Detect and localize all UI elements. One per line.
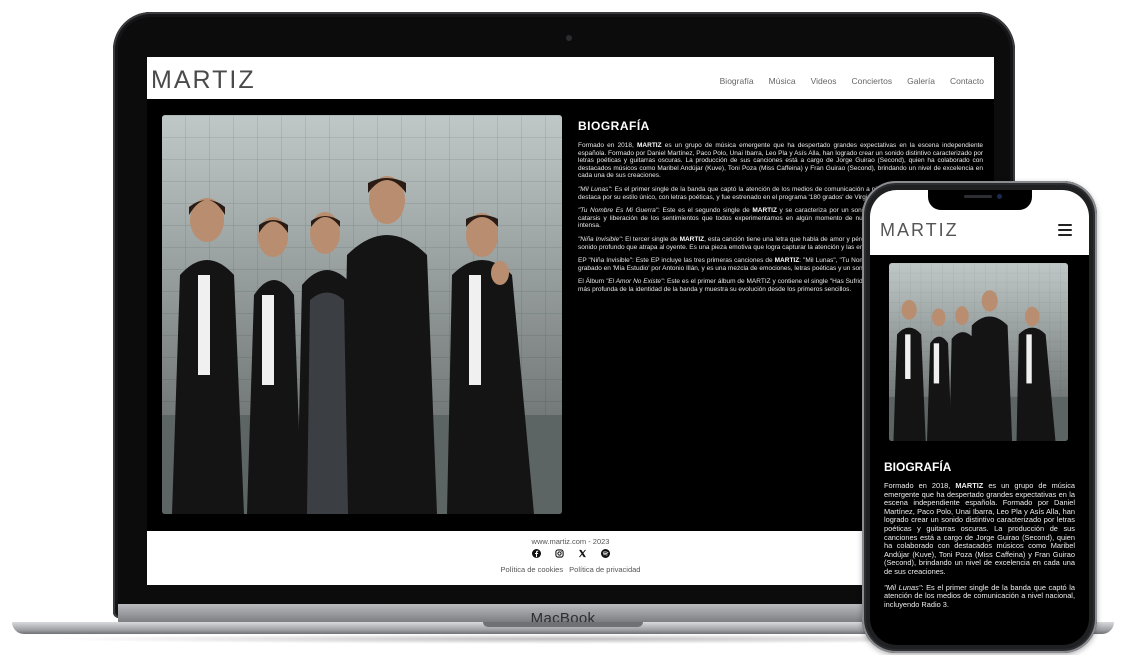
phone-speaker	[964, 195, 992, 198]
bio-p6-title: "El Amor No Existe"	[605, 278, 664, 286]
bio-p3-band: MARTIZ	[752, 207, 777, 215]
mobile-bio-heading: BIOGRAFÍA	[884, 460, 952, 474]
mobile-band-photo	[889, 263, 1068, 441]
x-twitter-icon[interactable]	[578, 549, 587, 558]
bio-p4-title: "Niña Invisible"	[578, 235, 622, 243]
phone-screen: MARTIZ BIOGRAFÍA Formado en 2018, MARTIZ…	[870, 190, 1089, 645]
mobile-bio-paragraph-1: Formado en 2018, MARTIZ es un grupo de m…	[884, 481, 1075, 577]
nav-conciertos[interactable]: Conciertos	[851, 76, 892, 86]
bio-p3-title: "Tu Nombre Es Mi Guerra"	[578, 207, 659, 215]
bio-p6-intro: El Álbum	[578, 278, 606, 286]
phone-notch	[928, 190, 1032, 210]
site-logo[interactable]: MARTIZ	[151, 67, 256, 93]
bio-p5-band: MARTIZ	[774, 257, 800, 265]
mobile-bio-section: BIOGRAFÍA Formado en 2018, MARTIZ es un …	[884, 460, 1075, 616]
nav-contacto[interactable]: Contacto	[950, 76, 984, 86]
bio-p1-band: MARTIZ	[637, 142, 662, 149]
bio-p4-intro: : El tercer single de	[621, 235, 680, 243]
bio-paragraph-1: Formado en 2018, MARTIZ es un grupo de m…	[578, 142, 983, 180]
instagram-icon[interactable]	[554, 549, 564, 558]
spotify-icon[interactable]	[600, 549, 610, 558]
bio-p1-intro: Formado en 2018,	[578, 142, 638, 149]
nav-biografia[interactable]: Biografía	[720, 76, 754, 86]
phone-camera	[997, 194, 1002, 199]
privacy-policy-link[interactable]: Política de privacidad	[569, 565, 640, 574]
laptop-hinge-notch	[483, 622, 643, 627]
main-nav: Biografía Música Videos Conciertos Galer…	[720, 76, 984, 86]
nav-videos[interactable]: Videos	[811, 76, 837, 86]
cookies-policy-link[interactable]: Política de cookies	[501, 565, 564, 574]
bio-p3-intro: : Este es el segundo single de	[658, 207, 753, 215]
nav-galeria[interactable]: Galería	[907, 76, 935, 86]
band-photo	[162, 115, 562, 514]
nav-musica[interactable]: Música	[769, 76, 796, 86]
facebook-icon[interactable]	[531, 549, 541, 558]
bio-heading: BIOGRAFÍA	[578, 119, 650, 133]
mobile-logo[interactable]: MARTIZ	[880, 220, 959, 240]
site-header: MARTIZ Biografía Música Videos Concierto…	[147, 57, 994, 99]
mobile-bio-paragraph-2: "Mil Lunas": Es el primer single de la b…	[884, 583, 1075, 610]
bio-p2-title: "Mil Lunas"	[578, 185, 611, 193]
bio-p4-band: MARTIZ	[679, 235, 705, 243]
bio-p5-intro: EP "Niña Invisible": Este EP incluye las…	[578, 257, 775, 265]
mobile-p1-text: es un grupo de música emergente que ha d…	[884, 481, 1075, 576]
laptop-camera	[566, 35, 572, 41]
hamburger-menu-icon[interactable]	[1058, 224, 1072, 236]
